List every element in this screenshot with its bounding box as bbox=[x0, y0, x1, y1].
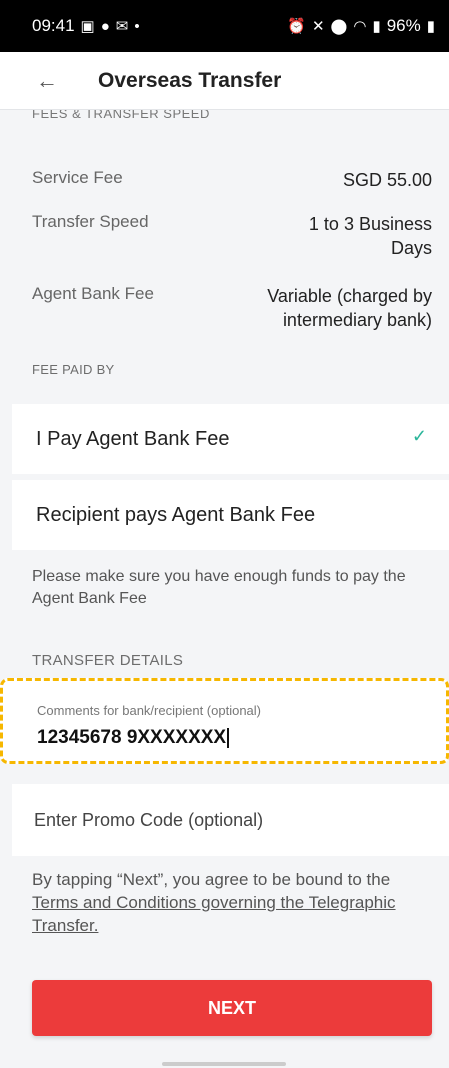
alarm-icon: ⏰ bbox=[287, 18, 306, 35]
option-i-pay-agent-fee[interactable]: I Pay Agent Bank Fee ✓ bbox=[12, 404, 449, 474]
transfer-speed-row: Transfer Speed 1 to 3 Business Days bbox=[32, 212, 432, 260]
status-bar: 09:41 ▣ ● ✉ • ⏰ ✕ ⬤ ◠ ▮ 96% ▮ bbox=[0, 0, 449, 52]
section-label-fee-paid-by: FEE PAID BY bbox=[32, 362, 115, 377]
promo-code-placeholder: Enter Promo Code (optional) bbox=[34, 809, 264, 830]
mail-icon: ✉ bbox=[115, 18, 129, 35]
option-recipient-pays-agent-fee[interactable]: Recipient pays Agent Bank Fee bbox=[12, 480, 449, 550]
option-label: I Pay Agent Bank Fee bbox=[36, 427, 230, 450]
section-label-fees: FEES & TRANSFER SPEED bbox=[32, 110, 210, 121]
terms-prefix: By tapping “Next”, you agree to be bound… bbox=[32, 870, 391, 889]
wifi-icon: ◠ bbox=[353, 18, 367, 35]
comments-field[interactable]: Comments for bank/recipient (optional) 1… bbox=[0, 678, 449, 764]
option-label: Recipient pays Agent Bank Fee bbox=[36, 503, 316, 526]
agent-fee-value: Variable (charged by intermediary bank) bbox=[267, 286, 432, 330]
agent-fee-row: Agent Bank Fee Variable (charged by inte… bbox=[32, 284, 432, 332]
app-bar: ← Overseas Transfer bbox=[0, 52, 449, 110]
transfer-speed-value: 1 to 3 Business Days bbox=[308, 214, 432, 258]
dot-icon: • bbox=[134, 17, 140, 35]
battery-percent: 96% bbox=[386, 16, 421, 35]
service-fee-row: Service Fee SGD 55.00 bbox=[32, 168, 432, 192]
home-indicator bbox=[162, 1062, 286, 1066]
check-icon: ✓ bbox=[411, 426, 427, 446]
back-arrow-icon[interactable]: ← bbox=[36, 68, 76, 94]
signal-icon: ▮ bbox=[372, 18, 381, 35]
image-icon: ▣ bbox=[80, 18, 95, 35]
transfer-speed-label: Transfer Speed bbox=[32, 212, 149, 231]
section-label-transfer-details: TRANSFER DETAILS bbox=[32, 652, 184, 669]
service-fee-label: Service Fee bbox=[32, 168, 123, 187]
text-caret bbox=[227, 727, 230, 748]
comments-field-value[interactable]: 12345678 9XXXXXXX bbox=[37, 727, 230, 749]
promo-code-input[interactable]: Enter Promo Code (optional) bbox=[12, 784, 449, 856]
status-time: 09:41 bbox=[32, 16, 75, 35]
battery-icon: ▮ bbox=[426, 18, 435, 35]
page-title: Overseas Transfer bbox=[98, 68, 282, 92]
agent-fee-note: Please make sure you have enough funds t… bbox=[32, 568, 406, 607]
mute-icon: ✕ bbox=[311, 18, 325, 35]
next-button[interactable]: NEXT bbox=[32, 980, 432, 1036]
location-icon: ⬤ bbox=[330, 18, 348, 35]
chat-icon: ● bbox=[100, 17, 110, 35]
comments-field-label: Comments for bank/recipient (optional) bbox=[37, 703, 261, 718]
terms-text: By tapping “Next”, you agree to be bound… bbox=[32, 868, 412, 937]
service-fee-value: SGD 55.00 bbox=[342, 170, 432, 190]
agent-fee-label: Agent Bank Fee bbox=[32, 284, 154, 303]
terms-link[interactable]: Terms and Conditions governing the Teleg… bbox=[32, 893, 396, 935]
